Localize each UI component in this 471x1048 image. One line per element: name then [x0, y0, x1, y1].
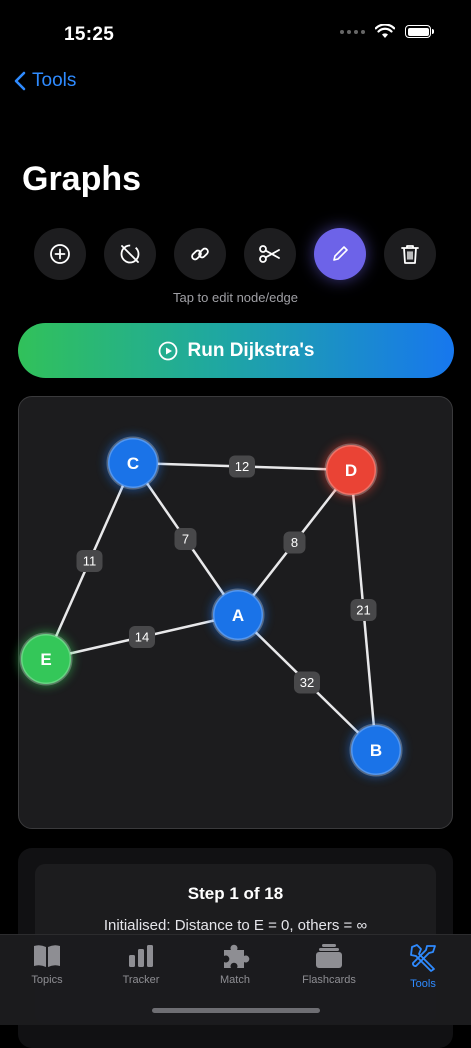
node-label: E [40, 650, 51, 669]
trash-icon [401, 245, 419, 264]
edge-weight-label[interactable]: 12 [229, 455, 255, 478]
edge-weight-label[interactable]: 11 [76, 550, 103, 572]
back-label: Tools [32, 70, 77, 91]
cut-edge-button[interactable] [244, 228, 296, 280]
edge-weight-label[interactable]: 8 [283, 531, 306, 554]
run-label: Run Dijkstra's [187, 339, 315, 361]
edge-weight-label[interactable]: 32 [294, 671, 320, 694]
link-edge-button[interactable] [174, 228, 226, 280]
tab-label: Tracker [122, 974, 160, 986]
tab-tracker[interactable]: Tracker [94, 943, 188, 986]
graph-node-a[interactable]: A [211, 588, 265, 642]
tool-hint: Tap to edit node/edge [172, 290, 299, 305]
edge-weight: 8 [291, 535, 298, 550]
edge-weight-label[interactable]: 14 [129, 626, 155, 648]
graph-node-c[interactable]: C [106, 436, 160, 490]
wifi-icon [375, 24, 395, 38]
edge-weight: 12 [235, 459, 249, 474]
edge-weight: 32 [300, 675, 314, 690]
edit-button[interactable] [314, 228, 366, 280]
node-label: D [345, 461, 357, 480]
tab-label: Topics [31, 974, 63, 986]
pencil-icon [333, 246, 348, 261]
home-indicator [152, 1008, 320, 1013]
node-label: A [232, 606, 244, 625]
status-bar: 15:25 [0, 0, 471, 60]
tab-match[interactable]: Match [188, 943, 282, 986]
status-icons [340, 24, 434, 39]
graph-svg: 12 11 7 8 21 14 32 C D A E B [19, 436, 403, 777]
tab-label: Tools [410, 978, 436, 990]
graph-canvas[interactable]: 12 11 7 8 21 14 32 C D A E B [18, 396, 453, 829]
step-description: Initialised: Distance to E = 0, others =… [103, 917, 368, 934]
tab-flashcards[interactable]: Flashcards [282, 943, 376, 986]
edge-weight: 21 [356, 603, 370, 618]
delete-node-button[interactable] [104, 228, 156, 280]
tab-tools[interactable]: Tools [376, 943, 470, 990]
clear-button[interactable] [384, 228, 436, 280]
cards-stack-icon [316, 944, 342, 968]
run-dijkstra-button[interactable]: Run Dijkstra's [18, 323, 454, 378]
edge-weight-label[interactable]: 21 [350, 599, 377, 621]
bar-chart-icon [129, 945, 153, 967]
chevron-left-icon [14, 71, 26, 91]
edge-weight: 11 [83, 554, 97, 569]
back-button[interactable]: Tools [14, 70, 76, 92]
signal-icon [340, 29, 365, 34]
scissors-icon [259, 245, 280, 263]
add-node-button[interactable] [34, 228, 86, 280]
tab-label: Flashcards [302, 974, 356, 986]
link-icon [191, 247, 209, 261]
status-time: 15:25 [64, 24, 115, 45]
edge-weight: 14 [135, 630, 149, 645]
edge-weight-label[interactable]: 7 [174, 528, 197, 550]
tab-topics[interactable]: Topics [0, 943, 94, 986]
slashed-circle-icon [120, 244, 140, 264]
graph-node-b[interactable]: B [349, 723, 403, 777]
play-circle-icon [158, 341, 177, 360]
node-label: B [370, 741, 382, 760]
battery-icon [405, 25, 434, 38]
page-title: Graphs [22, 160, 142, 198]
plus-circle-icon [50, 244, 70, 264]
book-icon [34, 945, 60, 967]
graph-node-e[interactable]: E [19, 632, 73, 686]
node-label: C [127, 454, 139, 473]
graph-toolbar [34, 228, 436, 280]
tab-label: Match [220, 974, 250, 986]
graph-node-d[interactable]: D [324, 443, 378, 497]
tools-icon [410, 944, 436, 972]
puzzle-icon [224, 944, 250, 968]
step-title: Step 1 of 18 [187, 884, 284, 903]
edge-weight: 7 [182, 532, 189, 547]
